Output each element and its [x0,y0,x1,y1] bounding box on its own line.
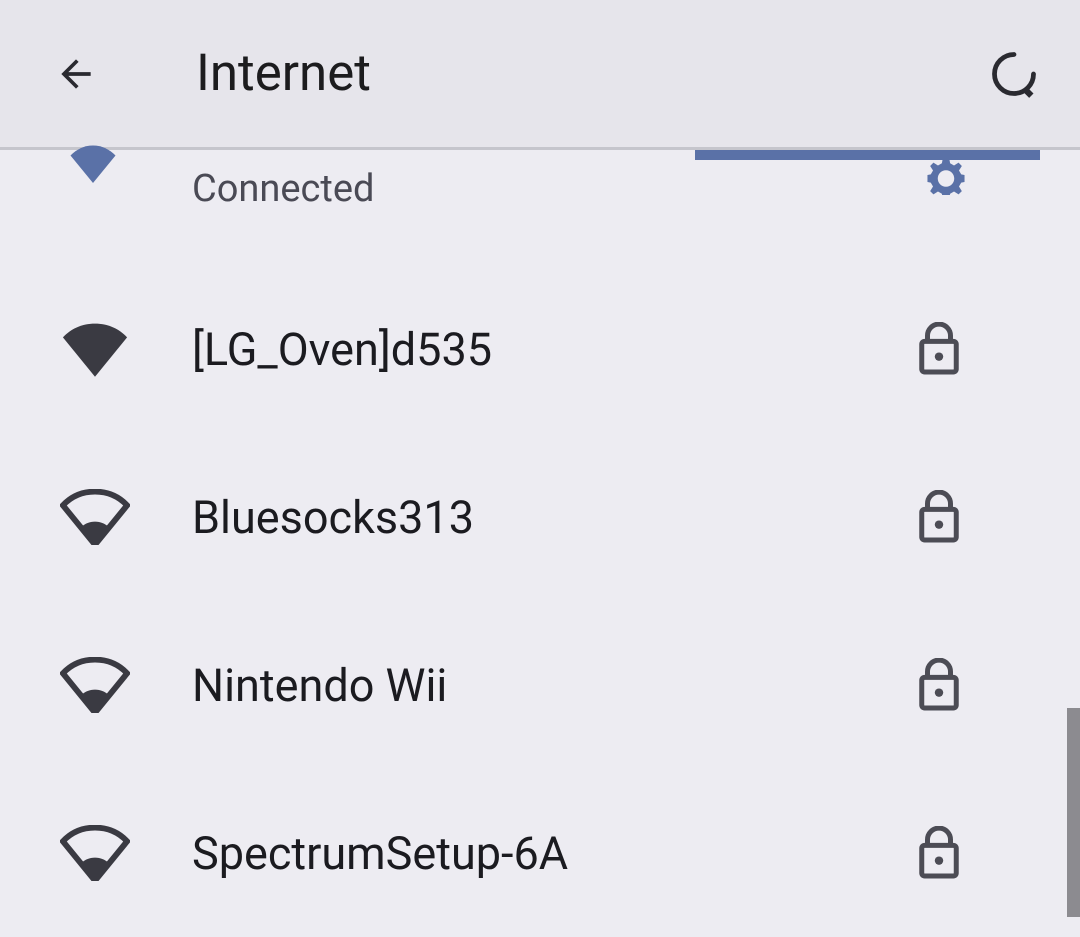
network-item[interactable]: Nintendo Wii [0,601,1080,769]
connected-network-row[interactable]: Connected [0,150,1080,265]
scrollbar-thumb[interactable] [1067,708,1080,917]
back-button[interactable] [52,50,100,98]
network-name-label: [LG_Oven]d535 [192,323,916,376]
lock-icon [916,490,962,544]
back-arrow-icon [54,52,98,96]
connected-status-label: Connected [192,167,374,211]
wifi-signal-low-icon [60,489,130,545]
lock-icon [916,658,962,712]
progress-bar [695,150,1040,160]
network-name-label: Nintendo Wii [192,659,916,712]
network-item[interactable]: [LG_Oven]d535 [0,265,1080,433]
network-item[interactable]: SpectrumSetup-6A [0,769,1080,937]
reset-wrench-icon [988,48,1040,100]
page-title: Internet [196,44,371,103]
wifi-signal-full-icon [60,321,130,377]
app-header: Internet [0,0,1080,150]
content-area: Connected [LG_Oven]d535 Bluesocks313 [0,150,1080,937]
connected-wifi-icon [62,138,124,187]
wifi-signal-low-icon [60,825,130,881]
connected-settings-button[interactable] [920,160,972,199]
network-item[interactable]: Bluesocks313 [0,433,1080,601]
network-name-label: SpectrumSetup-6A [192,827,916,880]
wifi-signal-low-icon [60,657,130,713]
lock-icon [916,322,962,376]
lock-icon [916,826,962,880]
network-name-label: Bluesocks313 [192,491,916,544]
reset-settings-button[interactable] [988,48,1040,100]
